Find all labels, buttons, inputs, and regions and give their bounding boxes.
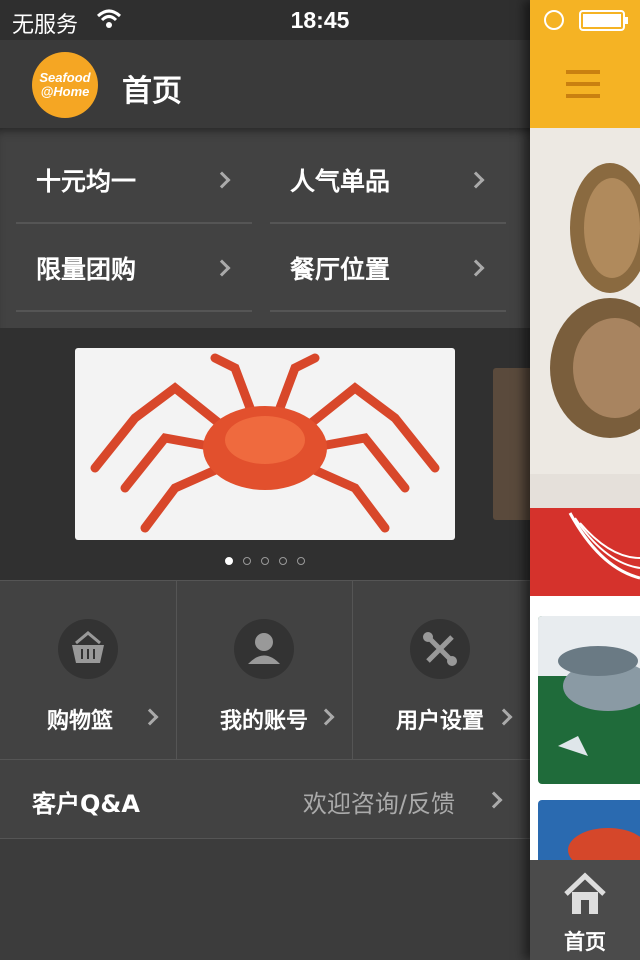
menu-button[interactable] [530,40,640,128]
chevron-right-icon [213,171,231,189]
chevron-right-icon [485,791,503,809]
side-drawer: Seafood @Home 首页 十元均一 人气单品 限量团购 餐厅位置 购物篮… [0,40,530,960]
drawer-header: Seafood @Home 首页 [0,40,530,128]
carousel-slide-crab[interactable] [75,348,455,540]
quick-links-grid: 十元均一 人气单品 限量团购 餐厅位置 [0,128,530,328]
customer-qa-row[interactable]: 客户Q&A 欢迎咨询/反馈 [0,760,530,839]
feedback-label: 欢迎咨询/反馈 [302,790,455,818]
clam-image [530,128,640,474]
quick-link-label: 限量团购 [36,255,137,284]
user-icon [234,619,294,679]
tab-home-label: 首页 [564,930,606,954]
carousel [0,328,530,580]
chevron-right-icon [213,259,231,277]
quick-link-popular[interactable]: 人气单品 [270,136,506,224]
quick-link-label: 餐厅位置 [290,255,391,284]
promo-banner[interactable] [530,508,640,596]
chevron-right-icon [467,171,485,189]
main-view-peek[interactable]: 首页 [530,0,640,960]
status-bar-right [530,0,640,40]
logo-text-1: Seafood [39,70,91,85]
home-icon [564,872,606,914]
quick-link-ten-yuan[interactable]: 十元均一 [16,136,252,224]
carousel-dot[interactable] [243,557,251,565]
crab-image [90,353,440,533]
quick-link-label: 人气单品 [290,167,391,196]
quick-link-restaurant[interactable]: 餐厅位置 [270,224,506,312]
logo-text-2: @Home [40,84,90,99]
chevron-right-icon [467,259,485,277]
carousel-dot[interactable] [225,557,233,565]
carousel-next-preview[interactable] [493,368,530,520]
shortcut-label: 购物篮 [46,709,113,734]
tools-icon [410,619,470,679]
banner-strip [530,474,640,508]
quick-link-group-buy[interactable]: 限量团购 [16,224,252,312]
shortcuts-row: 购物篮 我的账号 用户设置 [0,580,530,761]
shortcut-label: 用户设置 [395,709,484,734]
brand-logo[interactable]: Seafood @Home [32,52,98,118]
page-title: 首页 [122,74,182,109]
shortcut-account[interactable]: 我的账号 [176,581,353,760]
carousel-dot[interactable] [297,557,305,565]
carousel-pagination [0,550,530,569]
basket-icon [58,619,118,679]
battery-icon [544,10,628,31]
shrimp-image[interactable] [538,616,640,784]
carousel-dot[interactable] [261,557,269,565]
crab-thumb-image[interactable] [538,800,640,860]
shortcut-basket[interactable]: 购物篮 [0,581,177,760]
tab-home[interactable]: 首页 [530,860,640,960]
quick-link-label: 十元均一 [36,167,137,196]
carousel-dot[interactable] [279,557,287,565]
qa-label: 客户Q&A [32,790,140,818]
shortcut-settings[interactable]: 用户设置 [352,581,530,760]
